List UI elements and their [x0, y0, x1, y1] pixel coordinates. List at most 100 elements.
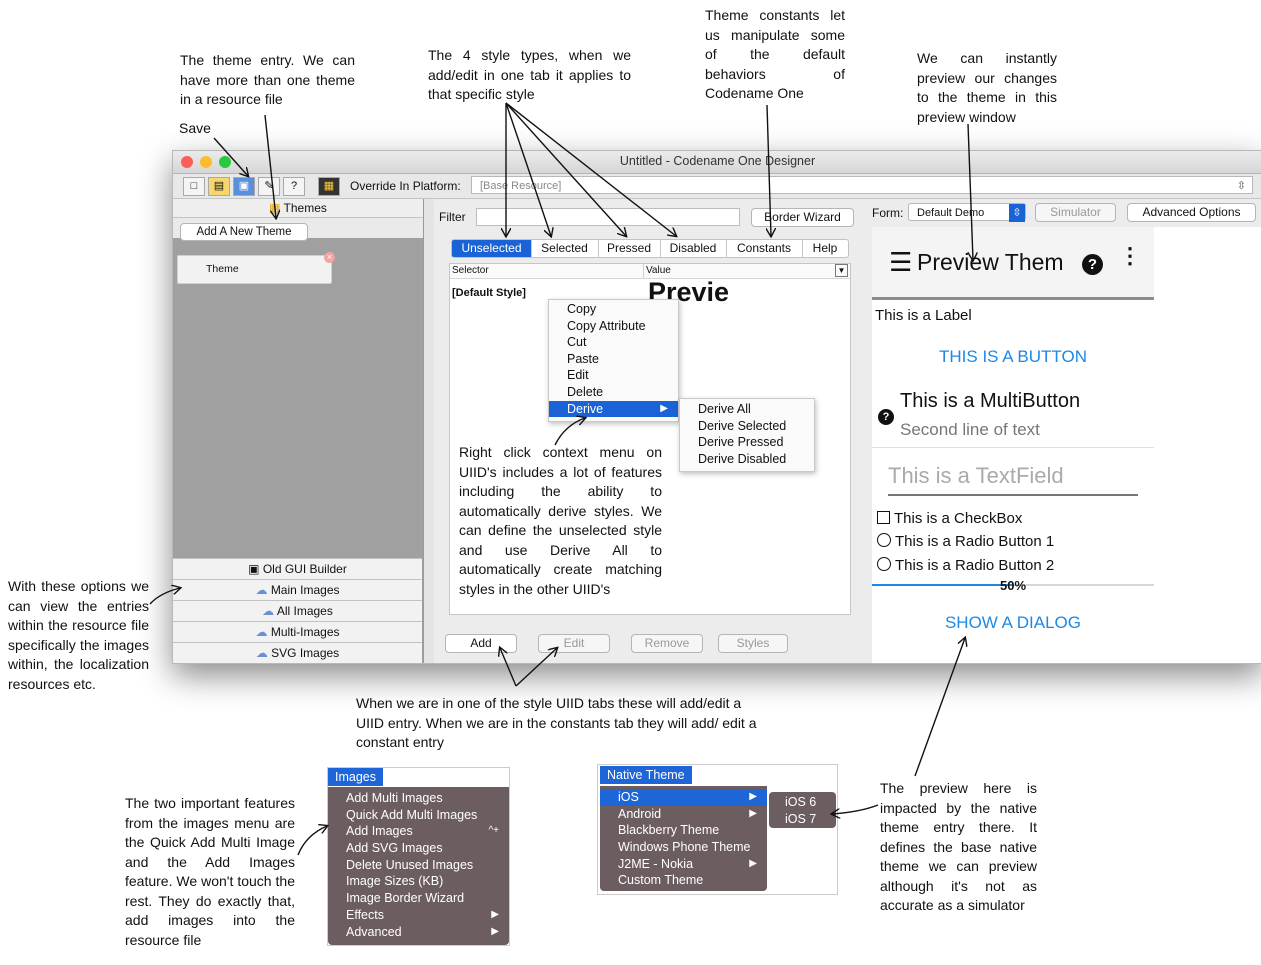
menu-item-add-images[interactable]: Add Images ^+ [328, 823, 509, 840]
tab-constants[interactable]: Constants [726, 240, 803, 257]
menu-item-effects[interactable]: Effects ▶ [328, 907, 509, 924]
menu-item-delete[interactable]: Delete [549, 384, 678, 401]
checkbox-label: This is a CheckBox [894, 510, 1023, 527]
menu-item-edit[interactable]: Edit [549, 367, 678, 384]
svg-images-button[interactable]: ☁ SVG Images [173, 642, 422, 663]
form-select[interactable]: Default Demo ⇳ [908, 203, 1026, 222]
progress-text: 50% [999, 578, 1027, 593]
help-circle-icon[interactable]: ? [1082, 254, 1103, 275]
remove-button[interactable]: Remove [631, 634, 703, 653]
preview-button[interactable]: THIS IS A BUTTON [872, 347, 1154, 367]
tab-help[interactable]: Help [802, 240, 848, 257]
menu-item-delete-unused-images[interactable]: Delete Unused Images [328, 857, 509, 874]
preview-textfield[interactable]: This is a TextField [888, 463, 1138, 496]
col-selector: Selector [452, 265, 489, 276]
styles-button[interactable]: Styles [718, 634, 788, 653]
add-button[interactable]: Add [445, 634, 517, 653]
note-style-types: The 4 style types, when we add/edit in o… [428, 47, 631, 102]
radio-icon [877, 557, 891, 571]
menu-item-derive-all[interactable]: Derive All [680, 401, 814, 418]
derive-submenu: Derive All Derive Selected Derive Presse… [679, 398, 815, 472]
menu-item-j2me-nokia[interactable]: J2ME - Nokia ▶ [600, 856, 767, 873]
effects-label: Effects [346, 907, 384, 922]
all-images-label: All Images [276, 604, 333, 618]
all-images-button[interactable]: ☁ All Images [173, 600, 422, 621]
more-vert-icon[interactable]: ⋮ [1119, 245, 1141, 267]
menu-item-custom-theme[interactable]: Custom Theme [600, 872, 767, 889]
menu-item-quick-add-multi-images[interactable]: Quick Add Multi Images [328, 807, 509, 824]
menu-item-add-svg-images[interactable]: Add SVG Images [328, 840, 509, 857]
menu-item-cut[interactable]: Cut [549, 334, 678, 351]
open-folder-icon[interactable]: ▤ [208, 177, 230, 196]
menu-item-derive-disabled[interactable]: Derive Disabled [680, 451, 814, 468]
add-new-theme-button[interactable]: Add A New Theme [180, 223, 308, 241]
tab-pressed[interactable]: Pressed [598, 240, 661, 257]
themes-header[interactable]: ▦ Themes [173, 199, 423, 218]
menu-item-advanced[interactable]: Advanced ▶ [328, 924, 509, 941]
filter-input[interactable] [476, 208, 740, 226]
old-gui-builder-button[interactable]: ▣ Old GUI Builder [173, 558, 422, 579]
menu-item-windows-phone-theme[interactable]: Windows Phone Theme [600, 839, 767, 856]
edit-button[interactable]: Edit [538, 634, 610, 653]
menu-item-ios[interactable]: iOS ▶ [600, 789, 767, 806]
images-icon: ☁ [262, 604, 277, 618]
radio-button-2[interactable]: This is a Radio Button 2 [877, 557, 1054, 574]
old-gui-builder-label: Old GUI Builder [262, 562, 347, 576]
advanced-options-button[interactable]: Advanced Options [1127, 203, 1256, 222]
menu-item-derive-selected[interactable]: Derive Selected [680, 418, 814, 435]
menu-item-add-multi-images[interactable]: Add Multi Images [328, 790, 509, 807]
save-icon[interactable]: ▣ [233, 177, 255, 196]
menu-item-paste[interactable]: Paste [549, 351, 678, 368]
edit-icon[interactable]: ✎ [258, 177, 280, 196]
native-theme-menu-title[interactable]: Native Theme [600, 766, 692, 784]
theme-list-item[interactable]: Theme × [177, 252, 335, 284]
checkbox[interactable]: This is a CheckBox [877, 510, 1022, 527]
menu-item-derive-pressed[interactable]: Derive Pressed [680, 434, 814, 451]
simulator-button[interactable]: Simulator [1035, 203, 1116, 222]
preview-icon[interactable]: ▦ [318, 177, 340, 196]
menu-item-copy[interactable]: Copy [549, 301, 678, 318]
images-menu-title[interactable]: Images [328, 768, 383, 786]
menu-item-ios-6[interactable]: iOS 6 [769, 794, 836, 811]
preview-titlebar: ☰ Preview Them ? ⋮ [872, 227, 1154, 300]
style-tabs: Unselected Selected Pressed Disabled Con… [451, 239, 849, 258]
tab-unselected[interactable]: Unselected [452, 240, 532, 257]
border-wizard-button[interactable]: Border Wizard [751, 208, 854, 227]
images-menu-panel: Images Add Multi Images Quick Add Multi … [327, 767, 510, 946]
menu-item-image-sizes[interactable]: Image Sizes (KB) [328, 873, 509, 890]
preview-multibutton[interactable]: This is a MultiButton [900, 390, 1080, 413]
menu-item-derive[interactable]: Derive ▶ [549, 400, 678, 418]
preview-toolbar: Form: Default Demo ⇳ Simulator Advanced … [866, 199, 1261, 225]
add-images-label: Add Images [346, 824, 413, 839]
menu-item-ios-7[interactable]: iOS 7 [769, 811, 836, 828]
new-file-icon[interactable]: □ [183, 177, 205, 196]
remove-theme-icon[interactable]: × [324, 252, 335, 263]
splitter-handle[interactable] [424, 199, 434, 663]
multi-images-button[interactable]: ☁ Multi-Images [173, 621, 422, 642]
radio-button-1[interactable]: This is a Radio Button 1 [877, 533, 1054, 550]
show-dialog-button[interactable]: SHOW A DIALOG [872, 613, 1154, 633]
native-theme-panel: Native Theme iOS ▶ Android ▶ Blackberry Th… [597, 764, 838, 895]
chevron-updown-icon: ⇳ [1009, 204, 1025, 222]
menu-item-android[interactable]: Android ▶ [600, 806, 767, 823]
override-platform-select[interactable]: [Base Resource] ⇳ [471, 176, 1253, 194]
main-images-button[interactable]: ☁ Main Images [173, 579, 422, 600]
ios-label: iOS [618, 790, 639, 804]
hamburger-menu-icon[interactable]: ☰ [889, 247, 912, 277]
help-icon[interactable]: ? [283, 177, 305, 196]
multi-images-label: Multi-Images [270, 625, 340, 639]
tab-disabled[interactable]: Disabled [660, 240, 727, 257]
themes-header-label: Themes [283, 201, 327, 215]
images-icon: ☁ [255, 583, 271, 597]
shortcut-label: ^+ [488, 825, 499, 837]
column-chooser-icon[interactable]: ▼ [835, 264, 848, 277]
note-images-menu: The two important features from the imag… [125, 795, 295, 948]
menu-item-image-border-wizard[interactable]: Image Border Wizard [328, 890, 509, 907]
svg-images-label: SVG Images [271, 646, 340, 660]
tab-selected[interactable]: Selected [531, 240, 599, 257]
advanced-label: Advanced [346, 924, 402, 939]
override-label: Override In Platform: [350, 179, 461, 193]
menu-item-blackberry-theme[interactable]: Blackberry Theme [600, 822, 767, 839]
menu-item-copy-attribute[interactable]: Copy Attribute [549, 318, 678, 335]
note-context-menu: Right click context menu on UIID's inclu… [459, 444, 662, 597]
